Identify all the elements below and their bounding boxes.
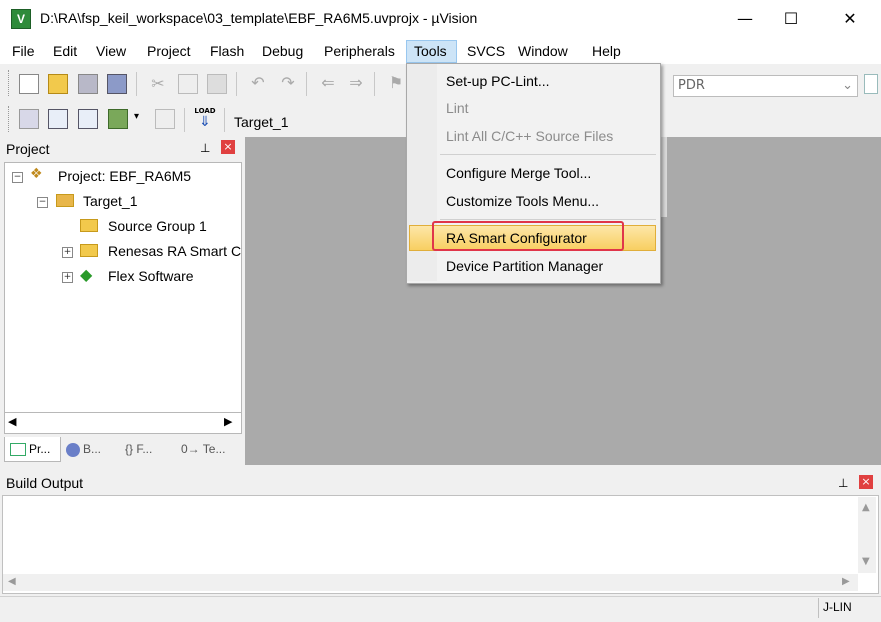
pin-icon[interactable]: ⊥	[200, 141, 210, 155]
horizontal-scrollbar[interactable]	[4, 412, 242, 434]
nav-forward-icon[interactable]: ⇒	[346, 73, 366, 93]
menu-file[interactable]: File	[12, 43, 35, 59]
menu-edit[interactable]: Edit	[53, 43, 77, 59]
toolbar-grip[interactable]	[8, 70, 12, 96]
scroll-right-icon[interactable]: ▶	[224, 415, 232, 428]
chevron-down-icon[interactable]: ▾	[134, 111, 139, 122]
cut-icon[interactable]: ✂	[148, 74, 168, 94]
menu-flash[interactable]: Flash	[210, 43, 244, 59]
build-output-title: Build Output	[6, 475, 84, 491]
tab-project[interactable]: Pr...	[10, 437, 50, 461]
tab-books[interactable]: B...	[66, 437, 101, 461]
save-all-icon[interactable]	[107, 74, 127, 94]
menu-help[interactable]: Help	[592, 43, 621, 59]
menu-item-device-partition-manager[interactable]: Device Partition Manager	[446, 258, 603, 274]
menu-item-customize-tools-menu[interactable]: Customize Tools Menu...	[446, 193, 599, 209]
uvision-app-icon: V	[11, 9, 31, 29]
menu-tools[interactable]: Tools	[414, 43, 447, 59]
window-title: D:\RA\fsp_keil_workspace\03_template\EBF…	[40, 10, 478, 26]
target-folder-icon	[56, 194, 74, 207]
tab-books-label: B...	[83, 442, 102, 456]
load-download-icon[interactable]: LOAD ⇓	[194, 107, 216, 131]
bookmark-icon[interactable]: ⚑	[386, 73, 406, 93]
toolbar-grip[interactable]	[8, 106, 12, 132]
target-select[interactable]: Target_1	[229, 111, 407, 133]
menu-window[interactable]: Window	[518, 43, 568, 59]
open-folder-icon[interactable]	[48, 74, 68, 94]
menu-separator	[440, 154, 656, 155]
status-divider	[818, 598, 819, 618]
batch-build-icon[interactable]	[108, 109, 128, 129]
stop-build-icon[interactable]	[155, 109, 175, 129]
chevron-down-icon: ⌄	[842, 78, 853, 93]
scroll-down-icon[interactable]: ▼	[862, 556, 870, 567]
collapse-icon[interactable]: −	[12, 172, 23, 183]
translate-icon[interactable]	[19, 109, 39, 129]
rebuild-icon[interactable]	[78, 109, 98, 129]
toolbar-separator	[136, 72, 137, 96]
tree-item-renesas[interactable]: Renesas RA Smart C	[108, 243, 241, 259]
config-wizard-icon[interactable]	[864, 74, 878, 94]
tree-item-target[interactable]: Target_1	[83, 193, 137, 209]
close-panel-button[interactable]: ×	[859, 475, 873, 489]
target-select-value: Target_1	[234, 114, 289, 130]
menu-project[interactable]: Project	[147, 43, 191, 59]
menu-item-setup-pc-lint[interactable]: Set-up PC-Lint...	[446, 73, 550, 89]
expand-icon[interactable]: +	[62, 272, 73, 283]
pin-icon[interactable]: ⊥	[838, 476, 848, 490]
books-icon	[66, 442, 80, 457]
paste-icon[interactable]	[207, 74, 227, 94]
toolbar-separator	[184, 108, 185, 132]
scroll-left-icon[interactable]: ◀	[8, 576, 16, 587]
minimize-button[interactable]: —	[722, 0, 768, 38]
expand-icon[interactable]: +	[62, 247, 73, 258]
status-debugger: J-LIN	[823, 600, 852, 614]
collapse-icon[interactable]: −	[37, 197, 48, 208]
menu-svcs[interactable]: SVCS	[467, 43, 505, 59]
status-bar	[0, 596, 881, 622]
close-button[interactable]: ✕	[827, 0, 873, 38]
menu-item-lint-all[interactable]: Lint All C/C++ Source Files	[446, 128, 613, 144]
menu-item-lint[interactable]: Lint	[446, 100, 469, 116]
pdr-combo-value: PDR	[678, 78, 705, 93]
menu-view[interactable]: View	[96, 43, 126, 59]
copy-icon[interactable]	[178, 74, 198, 94]
tab-templates[interactable]: 0→ Te...	[181, 437, 225, 461]
tree-item-source-group[interactable]: Source Group 1	[108, 218, 207, 234]
flex-software-icon: ◆	[80, 265, 93, 284]
folder-icon	[80, 219, 98, 232]
menu-separator	[440, 219, 656, 220]
scroll-left-icon[interactable]: ◀	[8, 415, 16, 428]
close-panel-button[interactable]: ×	[221, 140, 235, 154]
new-file-icon[interactable]	[19, 74, 39, 94]
tree-item-project[interactable]: Project: EBF_RA6M5	[58, 168, 191, 184]
folder-icon	[80, 244, 98, 257]
toolbar-separator	[224, 108, 225, 132]
menu-peripherals[interactable]: Peripherals	[324, 43, 395, 59]
project-panel-title: Project	[6, 141, 50, 157]
undo-icon[interactable]: ↶	[248, 73, 268, 93]
horizontal-scrollbar[interactable]	[3, 574, 858, 591]
download-arrow-icon: ⇓	[199, 114, 211, 130]
scroll-up-icon[interactable]: ▲	[862, 502, 870, 513]
menu-item-configure-merge-tool[interactable]: Configure Merge Tool...	[446, 165, 591, 181]
redo-icon[interactable]: ↷	[278, 73, 298, 93]
project-icon: ❖	[30, 166, 43, 182]
tree-item-flex-software[interactable]: Flex Software	[108, 268, 194, 284]
menu-debug[interactable]: Debug	[262, 43, 303, 59]
nav-back-icon[interactable]: ⇐	[318, 73, 338, 93]
save-icon[interactable]	[78, 74, 98, 94]
tab-functions[interactable]: {} F...	[125, 437, 152, 461]
maximize-button[interactable]: ☐	[768, 0, 814, 38]
tab-project-label: Pr...	[29, 442, 51, 456]
annotation-highlight-box	[432, 221, 624, 251]
toolbar-separator	[306, 72, 307, 96]
scroll-right-icon[interactable]: ▶	[842, 576, 850, 587]
toolbar-separator	[374, 72, 375, 96]
project-tab-icon	[10, 443, 26, 457]
build-output-header	[0, 472, 881, 494]
build-icon[interactable]	[48, 109, 68, 129]
toolbar-separator	[236, 72, 237, 96]
pdr-combo[interactable]: PDR ⌄	[673, 75, 858, 97]
